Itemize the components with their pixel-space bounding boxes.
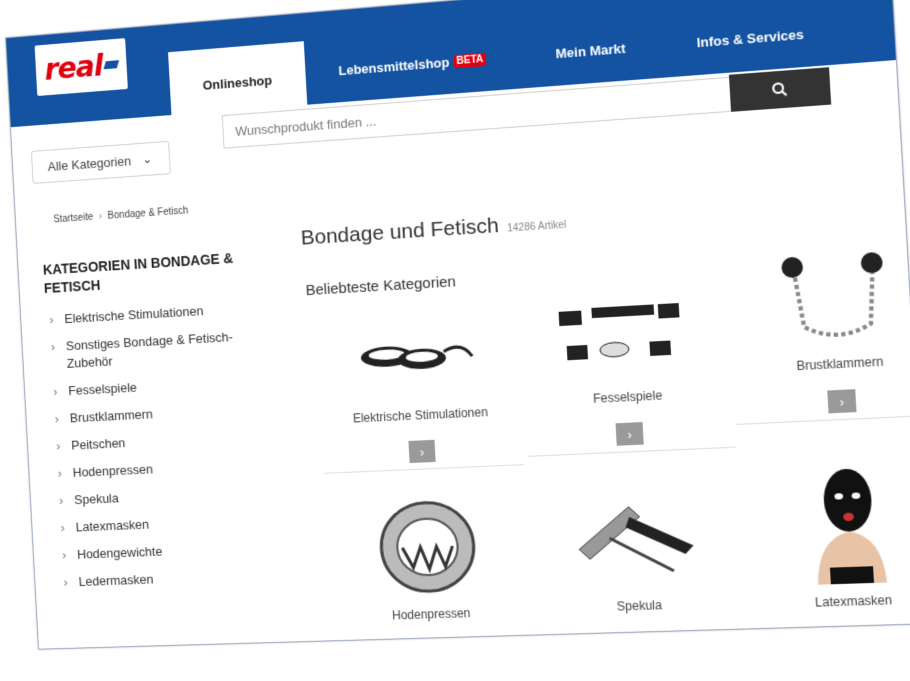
page-title-text: Bondage und Fetisch (300, 213, 500, 250)
breadcrumb-separator: › (98, 211, 103, 223)
sidebar-item-label: Brustklammern (69, 406, 154, 426)
tile-label: Spekula (616, 597, 663, 614)
search-icon (771, 81, 789, 99)
sidebar-title: KATEGORIEN IN BONDAGE & FETISCH (42, 250, 234, 297)
chevron-down-icon: ⌄ (142, 151, 153, 167)
tile-label: Latexmasken (814, 592, 893, 610)
tab-label: Infos & Services (696, 25, 805, 50)
category-dropdown[interactable]: Alle Kategorien ⌄ (30, 140, 171, 184)
chevron-right-icon: › (58, 492, 64, 508)
logo-mark-icon (103, 60, 119, 70)
category-tile[interactable]: Brustklammern › (727, 246, 910, 425)
chevron-right-icon: › (54, 411, 60, 427)
chevron-right-icon: › (57, 465, 63, 481)
browser-screen: real Onlineshop Lebensmittelshop BETA Mei… (5, 0, 910, 650)
chevron-right-icon: › (49, 312, 54, 327)
tile-label: Hodenpressen (391, 606, 471, 623)
tab-infos-services[interactable]: Infos & Services (659, 0, 842, 78)
page-title: Bondage und Fetisch 14286 Artikel (300, 209, 567, 250)
product-image (738, 454, 910, 587)
product-image (315, 302, 520, 403)
beta-badge: BETA (453, 52, 487, 68)
search-button[interactable] (728, 67, 832, 112)
tab-label: Lebensmittelshop (338, 54, 450, 78)
category-tile[interactable]: Elektrische Stimulationen › (315, 302, 525, 474)
real-logo[interactable]: real (34, 38, 128, 97)
sidebar-item-label: Elektrische Stimulationen (64, 303, 204, 327)
breadcrumb-current[interactable]: Bondage & Fetisch (107, 205, 188, 221)
chevron-right-icon: › (61, 547, 67, 563)
chevron-right-icon: › (55, 438, 61, 454)
sidebar-item[interactable]: › Ledermasken (63, 567, 265, 592)
chevron-right-icon: › (52, 384, 58, 399)
sidebar-item[interactable]: › Latexmasken (60, 511, 262, 537)
sidebar-item[interactable]: › Elektrische Stimulationen (49, 300, 250, 329)
product-image (519, 282, 732, 385)
sidebar-item-label: Spekula (73, 490, 120, 508)
chevron-right-icon: › (63, 574, 69, 590)
sidebar-item-label: Peitschen (70, 435, 126, 453)
chevron-right-icon[interactable]: › (615, 422, 644, 446)
article-count: 14286 Artikel (506, 219, 567, 235)
sidebar-item[interactable]: › Sonstiges Bondage & Fetisch-Zubehör (50, 327, 252, 373)
category-dropdown-value: Alle Kategorien (47, 152, 132, 174)
category-tile[interactable]: Latexmasken (738, 454, 910, 612)
chevron-right-icon[interactable]: › (408, 439, 436, 464)
tab-lebensmittelshop[interactable]: Lebensmittelshop BETA (303, 24, 522, 105)
product-image (727, 246, 910, 352)
sidebar-item-label: Sonstiges Bondage & Fetisch-Zubehör (65, 329, 234, 371)
breadcrumb: Startseite › Bondage & Fetisch (53, 205, 189, 225)
tile-label: Elektrische Stimulationen (352, 404, 489, 426)
sidebar-item[interactable]: › Peitschen (56, 428, 258, 455)
section-title: Beliebteste Kategorien (305, 273, 457, 300)
sidebar-item-label: Ledermasken (78, 571, 154, 589)
sidebar-category-list: › Elektrische Stimulationen › Sonstiges Bo… (49, 300, 266, 602)
sidebar-item-label: Latexmasken (75, 516, 150, 535)
tile-label: Brustklammern (796, 354, 884, 374)
category-tile[interactable]: Hodenpressen (325, 493, 533, 625)
product-image (530, 482, 744, 592)
category-tile[interactable]: Spekula (530, 482, 745, 616)
divider (527, 446, 736, 457)
tab-mein-markt[interactable]: Mein Markt (519, 12, 663, 88)
tab-label: Onlineshop (202, 72, 273, 93)
tab-label: Mein Markt (555, 40, 626, 61)
sidebar-item-label: Hodengewichte (76, 543, 163, 562)
sidebar-item[interactable]: › Brustklammern (54, 400, 256, 428)
product-image (325, 493, 531, 601)
category-tile[interactable]: Fesselspiele › (519, 282, 736, 457)
sidebar-item[interactable]: › Fesselspiele (53, 373, 255, 401)
divider (323, 464, 525, 474)
sidebar-item[interactable]: › Hodenpressen (57, 456, 259, 483)
chevron-right-icon: › (60, 520, 66, 535)
divider (736, 413, 910, 425)
sidebar-item-label: Hodenpressen (72, 461, 154, 480)
logo-text: real (43, 48, 104, 88)
sidebar-item-label: Fesselspiele (67, 379, 138, 399)
sidebar-item[interactable]: › Spekula (59, 484, 261, 510)
search-placeholder: Wunschprodukt finden ... (234, 113, 377, 139)
breadcrumb-home[interactable]: Startseite (53, 212, 93, 225)
tile-label: Fesselspiele (592, 388, 663, 406)
chevron-right-icon[interactable]: › (827, 389, 857, 414)
sidebar-item[interactable]: › Hodengewichte (62, 539, 264, 564)
